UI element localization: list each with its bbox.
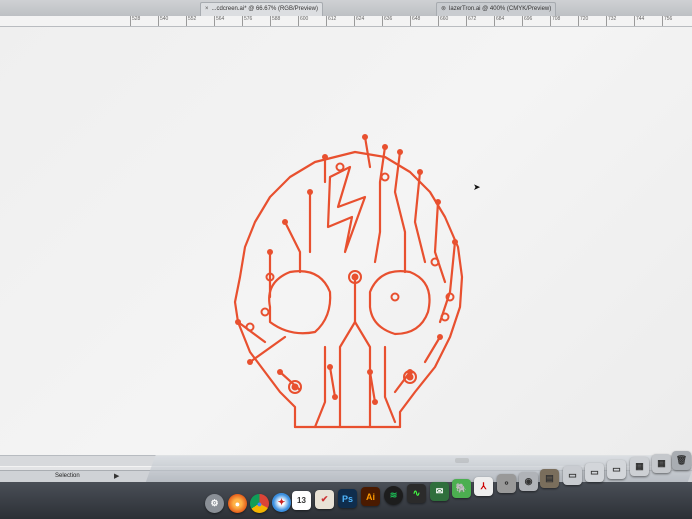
document-tab-lazertron[interactable]: ⊗ lazerTron.ai @ 400% (CMYK/Preview): [436, 2, 557, 16]
horizontal-ruler: 528 540 552 564 576 588 600 612 624 636 648 660 672 6…: [0, 16, 692, 27]
calendar-icon[interactable]: 13: [292, 491, 311, 510]
ruler-tick-label: 540: [158, 16, 168, 26]
things-icon[interactable]: ✔: [315, 490, 334, 509]
tab-label: ...cdcreen.ai* @ 66.67% (RGB/Preview): [211, 6, 318, 12]
ruler-tick-label: 672: [466, 16, 476, 26]
messages-icon[interactable]: ✉: [430, 482, 449, 501]
photoshop-icon[interactable]: Ps: [338, 489, 357, 508]
chrome-icon[interactable]: ●: [250, 494, 269, 513]
ruler-tick-label: 636: [382, 16, 392, 26]
ruler-tick-label: 624: [354, 16, 364, 26]
close-icon[interactable]: ⊗: [441, 3, 446, 16]
document-tab-bar: × ...cdcreen.ai* @ 66.67% (RGB/Preview) ⊗…: [0, 0, 692, 17]
document-icon[interactable]: ▭: [607, 460, 626, 479]
firefox-icon[interactable]: ●: [228, 494, 247, 513]
downloads-icon[interactable]: ▦: [652, 454, 671, 473]
ruler-tick-label: 648: [410, 16, 420, 26]
ruler-tick-label: 720: [578, 16, 588, 26]
status-menu-arrow-icon[interactable]: ▶: [114, 472, 119, 480]
mouse-pointer-icon: ➤: [473, 182, 481, 192]
artboard-canvas[interactable]: ➤: [0, 27, 692, 467]
ruler-tick-label: 708: [550, 16, 560, 26]
system-preferences-icon[interactable]: ⚙: [205, 494, 224, 513]
ruler-tick-label: 564: [214, 16, 224, 26]
ruler-tick-label: 600: [298, 16, 308, 26]
ruler-tick-label: 684: [494, 16, 504, 26]
ruler-tick-label: 528: [130, 16, 140, 26]
close-icon[interactable]: ×: [205, 3, 209, 16]
finder-tool-icon[interactable]: ⚬: [497, 474, 516, 493]
ruler-tick-label: 744: [634, 16, 644, 26]
ruler-tick-label: 756: [662, 16, 672, 26]
safari-icon[interactable]: ✦: [272, 493, 291, 512]
ruler-tick-label: 576: [242, 16, 252, 26]
trash-icon[interactable]: 🗑: [672, 451, 691, 470]
ruler-tick-label: 612: [326, 16, 336, 26]
screen: × ...cdcreen.ai* @ 66.67% (RGB/Preview) ⊗…: [0, 0, 692, 519]
calendar-day: 13: [297, 496, 306, 505]
spotify-icon[interactable]: ≋: [384, 486, 403, 505]
current-tool-label: Selection: [55, 473, 80, 479]
activity-monitor-icon[interactable]: ∿: [407, 484, 426, 503]
document-icon[interactable]: ▭: [563, 466, 582, 485]
ruler-tick-label: 552: [186, 16, 196, 26]
ruler-tick-label: 660: [438, 16, 448, 26]
ruler-tick-label: 588: [270, 16, 280, 26]
acrobat-icon[interactable]: ⅄: [474, 477, 493, 496]
document-tab-active[interactable]: × ...cdcreen.ai* @ 66.67% (RGB/Preview): [200, 2, 323, 16]
document-icon[interactable]: ▭: [585, 463, 604, 482]
illustrator-icon[interactable]: Ai: [361, 487, 380, 506]
circuit-skull-artwork[interactable]: [210, 122, 485, 437]
ruler-tick-label: 732: [606, 16, 616, 26]
app-icon[interactable]: ▤: [540, 469, 559, 488]
disk-utility-icon[interactable]: ◉: [519, 472, 538, 491]
tab-label: lazerTron.ai @ 400% (CMYK/Preview): [449, 6, 552, 12]
ruler-tick-label: 696: [522, 16, 532, 26]
document-icon[interactable]: ▦: [630, 457, 649, 476]
evernote-icon[interactable]: 🐘: [452, 479, 471, 498]
